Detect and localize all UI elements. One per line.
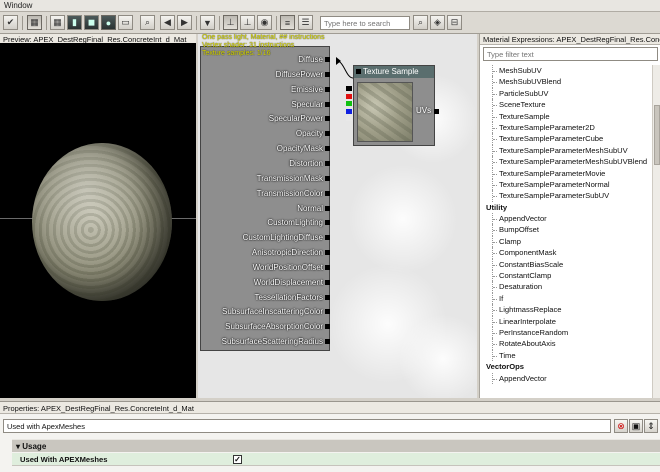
expression-item[interactable]: AppendVector bbox=[480, 372, 652, 385]
expression-item[interactable]: ConstantClamp bbox=[480, 270, 652, 282]
toolbar-separator bbox=[276, 16, 277, 30]
expression-item[interactable]: MeshSubUV bbox=[480, 65, 652, 77]
expression-category[interactable]: VectorOps bbox=[480, 361, 652, 372]
expression-item[interactable]: PerInstanceRandom bbox=[480, 326, 652, 339]
toolbar-search-input[interactable] bbox=[321, 17, 409, 29]
expression-item[interactable]: TextureSample bbox=[480, 110, 652, 123]
expression-item[interactable]: RotateAboutAxis bbox=[480, 338, 652, 351]
expand-icon[interactable]: ⇕ bbox=[644, 419, 658, 433]
grid-icon[interactable]: ▦ bbox=[27, 15, 42, 30]
expression-item[interactable]: MeshSubUVBlend bbox=[480, 76, 652, 89]
menu-bar: Window bbox=[0, 0, 660, 12]
texture-output-pin[interactable] bbox=[356, 69, 361, 74]
expression-item[interactable]: TextureSampleParameter2D bbox=[480, 121, 652, 134]
expressions-title: Material Expressions: APEX_DestRegFinal_… bbox=[480, 34, 660, 45]
move-icon[interactable]: ⊥ bbox=[223, 15, 238, 30]
connector-icon[interactable]: ⊥ bbox=[240, 15, 255, 30]
texture-channel-pin[interactable] bbox=[346, 116, 352, 121]
expression-category[interactable]: Utility bbox=[480, 202, 652, 213]
list-icon[interactable]: ≡ bbox=[280, 15, 295, 30]
expression-list-icon[interactable]: ☰ bbox=[298, 15, 313, 30]
used-with-apex-meshes-checkbox[interactable]: ✓ bbox=[233, 455, 242, 464]
category-usage[interactable]: ▾ Usage bbox=[12, 439, 660, 452]
clear-filter-icon[interactable]: ⊗ bbox=[614, 419, 628, 433]
toolbar: ✔ ▦ ▦ ▮ ◼ ● ▭ ⌕ ◀ ▶ ▼ ⊥ ⊥ ◉ ≡ ☰ ⌕ ◈ ⊟ bbox=[0, 12, 660, 34]
hide-icon[interactable]: ⊟ bbox=[447, 15, 462, 30]
expression-item[interactable]: ParticleSubUV bbox=[480, 87, 652, 100]
expressions-filter-input[interactable] bbox=[484, 48, 657, 60]
expressions-scrollbar[interactable] bbox=[652, 65, 660, 398]
expression-item[interactable]: SceneTexture bbox=[480, 99, 652, 111]
texture-channel-pin[interactable] bbox=[346, 108, 352, 114]
clean-icon[interactable]: ▼ bbox=[200, 15, 215, 30]
properties-filter[interactable] bbox=[3, 419, 611, 433]
texture-thumbnail bbox=[357, 82, 413, 142]
expression-item[interactable]: AppendVector bbox=[480, 213, 652, 225]
lock-icon[interactable]: ▣ bbox=[629, 419, 643, 433]
expression-item[interactable]: ComponentMask bbox=[480, 247, 652, 260]
sphere-icon[interactable]: ● bbox=[101, 15, 116, 30]
uvs-pin-label: UVs bbox=[416, 106, 432, 115]
eye-icon[interactable]: ◉ bbox=[257, 15, 272, 30]
connection-wire bbox=[336, 57, 354, 79]
texture-sample-node[interactable]: Texture Sample UVs bbox=[353, 65, 439, 146]
apply-icon[interactable]: ✔ bbox=[3, 15, 18, 30]
grid-icon[interactable]: ▦ bbox=[50, 15, 65, 30]
expression-item[interactable]: LinearInterpolate bbox=[480, 315, 652, 328]
expression-item[interactable]: Clamp bbox=[480, 235, 652, 248]
palette-icon[interactable]: ◈ bbox=[430, 15, 445, 30]
expression-item[interactable]: TextureSampleParameterMovie bbox=[480, 167, 652, 180]
category-label: Usage bbox=[22, 442, 47, 451]
toolbar-separator bbox=[196, 16, 197, 30]
material-graph[interactable]: Diffuse DiffusePower Emissive Specular Specu… bbox=[198, 34, 477, 398]
expression-item[interactable]: TextureSampleParameterMeshSubUV bbox=[480, 144, 652, 157]
expression-item[interactable]: Desaturation bbox=[480, 281, 652, 294]
texture-channel-pin[interactable] bbox=[346, 93, 352, 99]
menu-window[interactable]: Window bbox=[4, 1, 32, 10]
zoom-icon[interactable]: ⌕ bbox=[140, 15, 155, 30]
toolbar-search[interactable] bbox=[320, 16, 410, 30]
expressions-tree: MeshSubUV MeshSubUVBlend ParticleSubUV Scen… bbox=[480, 65, 652, 398]
expression-item[interactable]: TextureSampleParameterSubUV bbox=[480, 190, 652, 203]
texture-sample-title-bar[interactable]: Texture Sample bbox=[354, 66, 434, 78]
search-icon[interactable]: ⌕ bbox=[413, 15, 428, 30]
expression-item[interactable]: TextureSampleParameterMeshSubUVBlend bbox=[480, 156, 652, 168]
toolbar-separator bbox=[22, 16, 23, 30]
property-used-with-apex-meshes[interactable]: Used With APEXMeshes bbox=[12, 453, 660, 466]
cylinder-icon[interactable]: ▮ bbox=[67, 15, 82, 30]
properties-panel: Properties: APEX_DestRegFinal_Res.Concre… bbox=[0, 401, 660, 472]
back-arrow-icon[interactable]: ◀ bbox=[160, 15, 175, 30]
expression-item[interactable]: LightmassReplace bbox=[480, 304, 652, 316]
property-label: Used With APEXMeshes bbox=[20, 455, 108, 464]
texture-channel-pin[interactable] bbox=[346, 101, 352, 106]
preview-sphere bbox=[32, 143, 172, 301]
plane-icon[interactable]: ▭ bbox=[118, 15, 133, 30]
properties-filter-input[interactable] bbox=[4, 420, 610, 432]
expression-item[interactable]: If bbox=[480, 292, 652, 305]
forward-arrow-icon[interactable]: ▶ bbox=[177, 15, 192, 30]
expressions-filter[interactable] bbox=[483, 47, 658, 61]
toolbar-separator bbox=[219, 16, 220, 30]
collapse-arrow-icon[interactable]: ▾ bbox=[16, 442, 20, 451]
cube-icon[interactable]: ◼ bbox=[84, 15, 99, 30]
material-expressions-panel: Material Expressions: APEX_DestRegFinal_… bbox=[479, 34, 660, 398]
properties-title: Properties: APEX_DestRegFinal_Res.Concre… bbox=[0, 402, 660, 414]
expression-item[interactable]: BumpOffset bbox=[480, 224, 652, 237]
texture-sample-title: Texture Sample bbox=[363, 67, 419, 76]
expressions-scrollbar-thumb[interactable] bbox=[654, 105, 660, 165]
expression-item[interactable]: TextureSampleParameterCube bbox=[480, 133, 652, 146]
expression-item[interactable]: ConstantBiasScale bbox=[480, 258, 652, 271]
uvs-input-pin[interactable] bbox=[434, 109, 439, 114]
expression-item[interactable]: TextureSampleParameterNormal bbox=[480, 178, 652, 191]
texture-channel-pin[interactable] bbox=[346, 86, 352, 91]
expression-item[interactable]: Time bbox=[480, 349, 652, 362]
preview-viewport[interactable]: y x bbox=[0, 43, 196, 398]
toolbar-separator bbox=[46, 16, 47, 30]
